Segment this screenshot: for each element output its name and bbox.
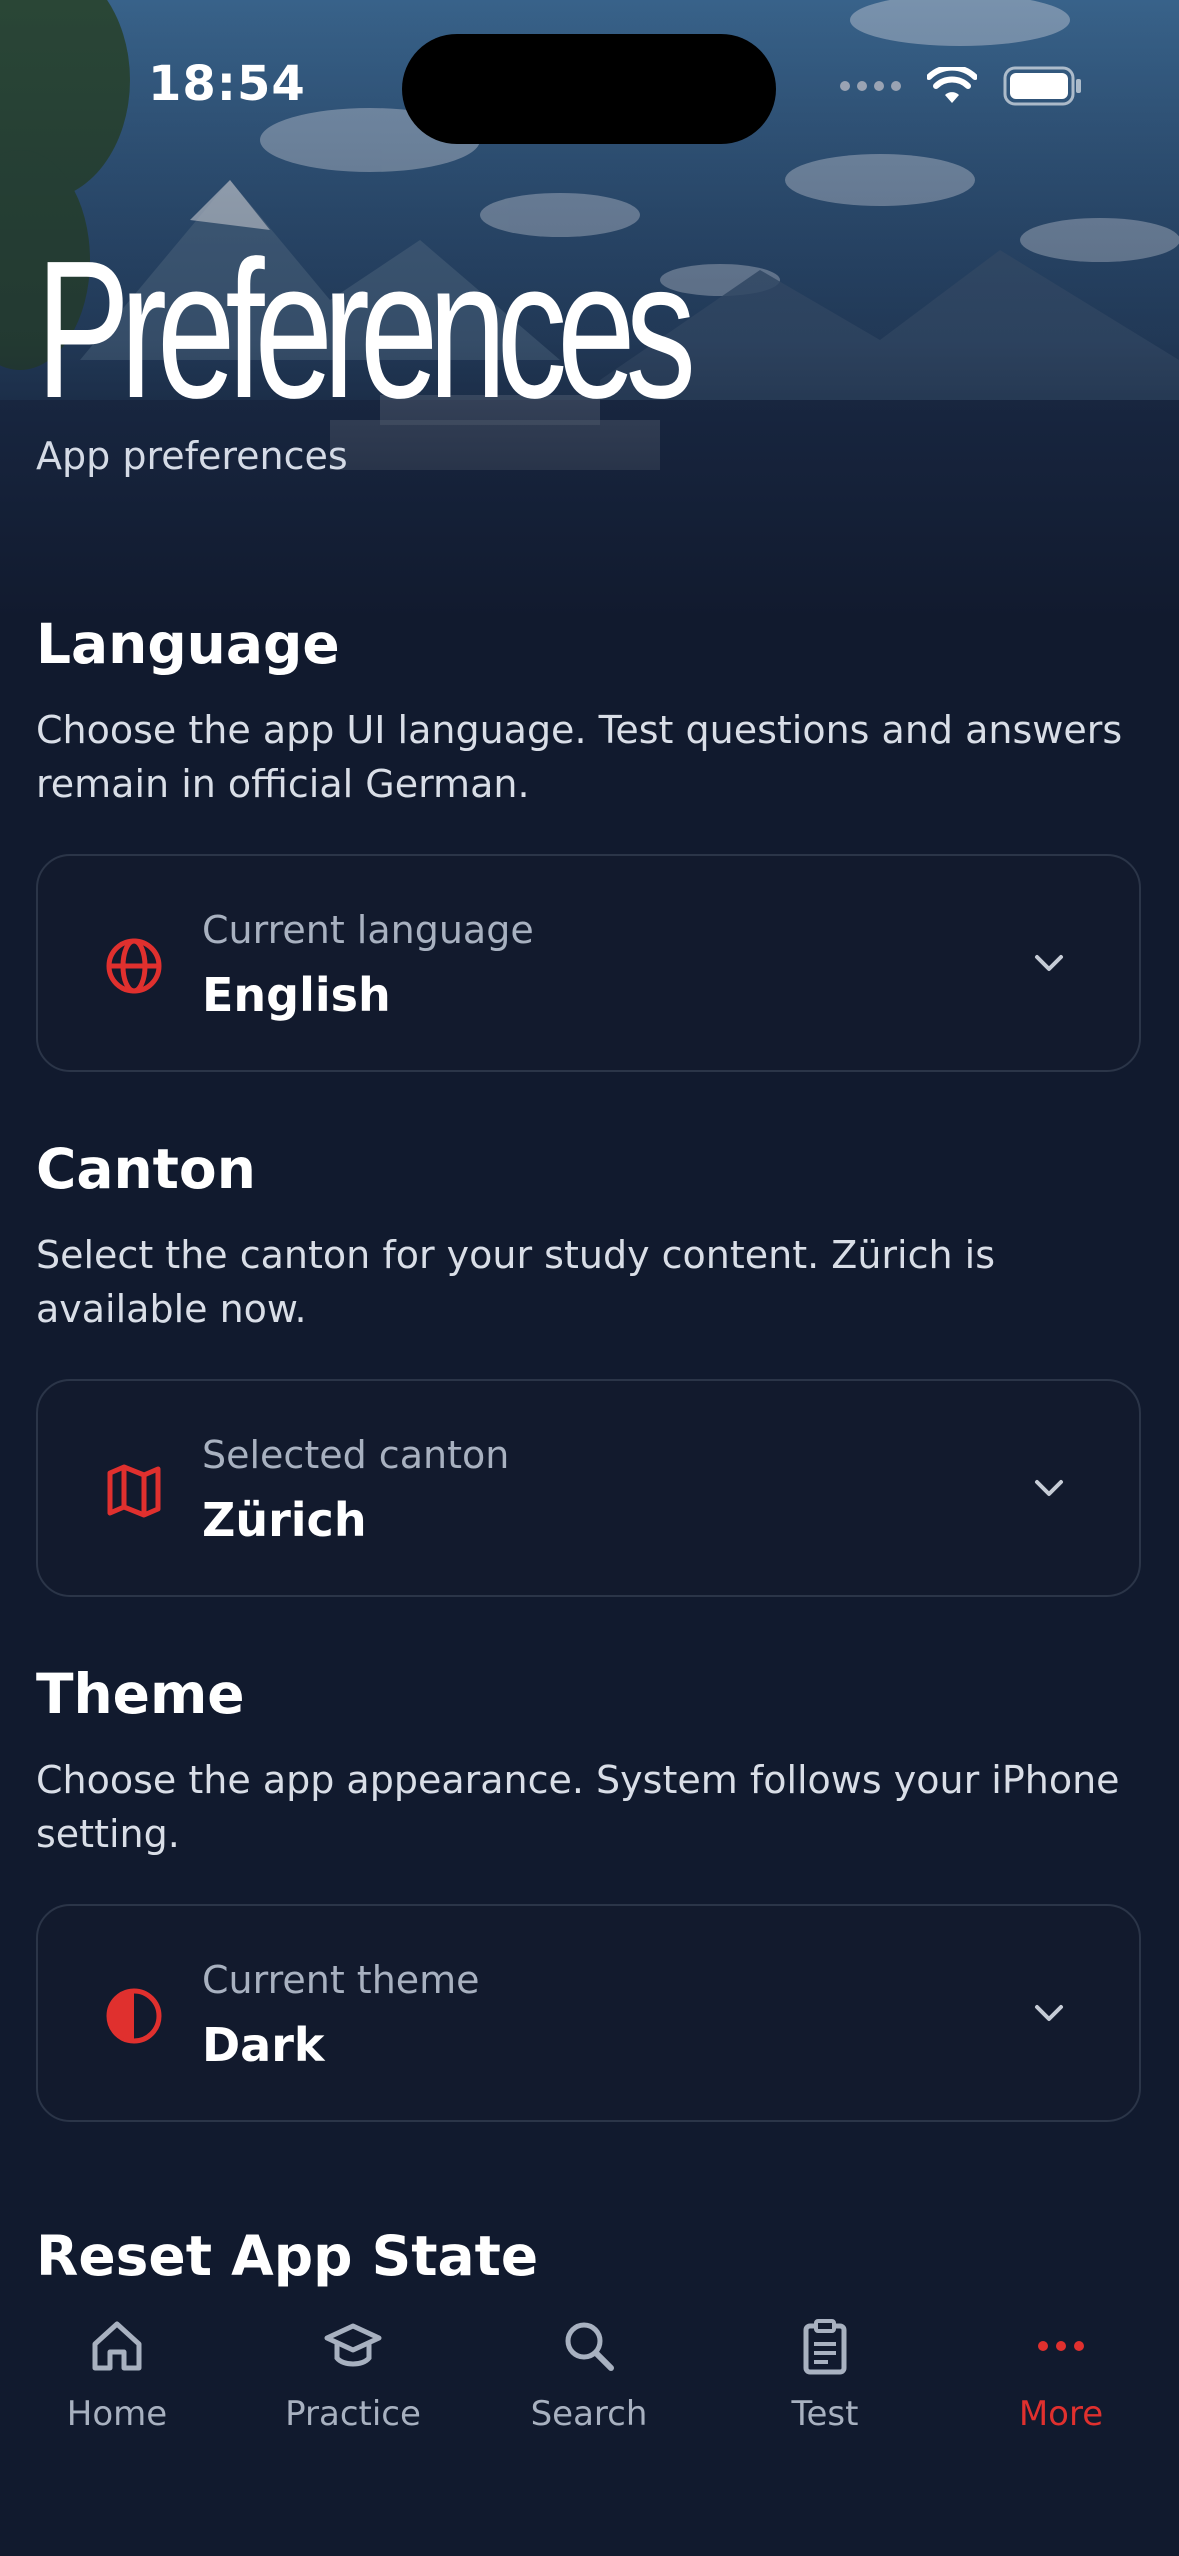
language-selector[interactable]: Current language English <box>36 854 1141 1072</box>
globe-icon <box>106 938 162 994</box>
chevron-down-icon <box>1035 2005 1063 2021</box>
section-description-canton: Select the canton for your study content… <box>36 1233 995 1331</box>
more-dots-icon <box>1038 2341 1084 2351</box>
tab-more[interactable]: More <box>961 2316 1161 2434</box>
language-selector-value: English <box>202 968 391 1022</box>
tab-practice-label: Practice <box>285 2394 421 2434</box>
clipboard-icon <box>803 2319 847 2375</box>
tab-test-label: Test <box>791 2394 859 2434</box>
tab-home[interactable]: Home <box>17 2316 217 2434</box>
section-title-reset: Reset App State <box>36 2224 539 2288</box>
tab-search[interactable]: Search <box>489 2316 689 2434</box>
canton-selector[interactable]: Selected canton Zürich <box>36 1379 1141 1597</box>
tab-test[interactable]: Test <box>725 2316 925 2434</box>
section-title-language: Language <box>36 612 340 676</box>
language-selector-label: Current language <box>202 908 534 952</box>
status-bar-time: 18:54 <box>148 56 306 112</box>
map-icon <box>107 1464 161 1518</box>
contrast-icon <box>106 1988 162 2044</box>
dynamic-island <box>402 34 776 144</box>
page-title: Preferences <box>36 220 696 439</box>
battery-icon <box>1003 66 1081 106</box>
theme-selector-label: Current theme <box>202 1958 480 2002</box>
section-title-theme: Theme <box>36 1662 245 1726</box>
graduation-cap-icon <box>324 2323 382 2367</box>
status-bar-indicators <box>840 64 1083 108</box>
theme-selector-value: Dark <box>202 2018 325 2072</box>
tab-home-label: Home <box>66 2394 168 2434</box>
tab-search-label: Search <box>530 2394 648 2434</box>
page-subtitle: App preferences <box>36 434 348 478</box>
tab-bar: Home Practice Search Test More <box>0 2290 1179 2556</box>
chevron-down-icon <box>1035 1480 1063 1496</box>
canton-selector-label: Selected canton <box>202 1433 510 1477</box>
section-description-language: Choose the app UI language. Test questio… <box>36 708 1123 806</box>
tab-more-label: More <box>1018 2394 1104 2434</box>
tab-practice[interactable]: Practice <box>253 2316 453 2434</box>
home-icon <box>92 2321 142 2371</box>
theme-selector[interactable]: Current theme Dark <box>36 1904 1141 2122</box>
cellular-signal-icon <box>840 81 901 91</box>
section-title-canton: Canton <box>36 1137 256 1201</box>
wifi-icon <box>927 67 977 103</box>
chevron-down-icon <box>1035 955 1063 971</box>
section-description-theme: Choose the app appearance. System follow… <box>36 1758 1120 1856</box>
canton-selector-value: Zürich <box>202 1493 367 1547</box>
search-icon <box>565 2322 614 2371</box>
